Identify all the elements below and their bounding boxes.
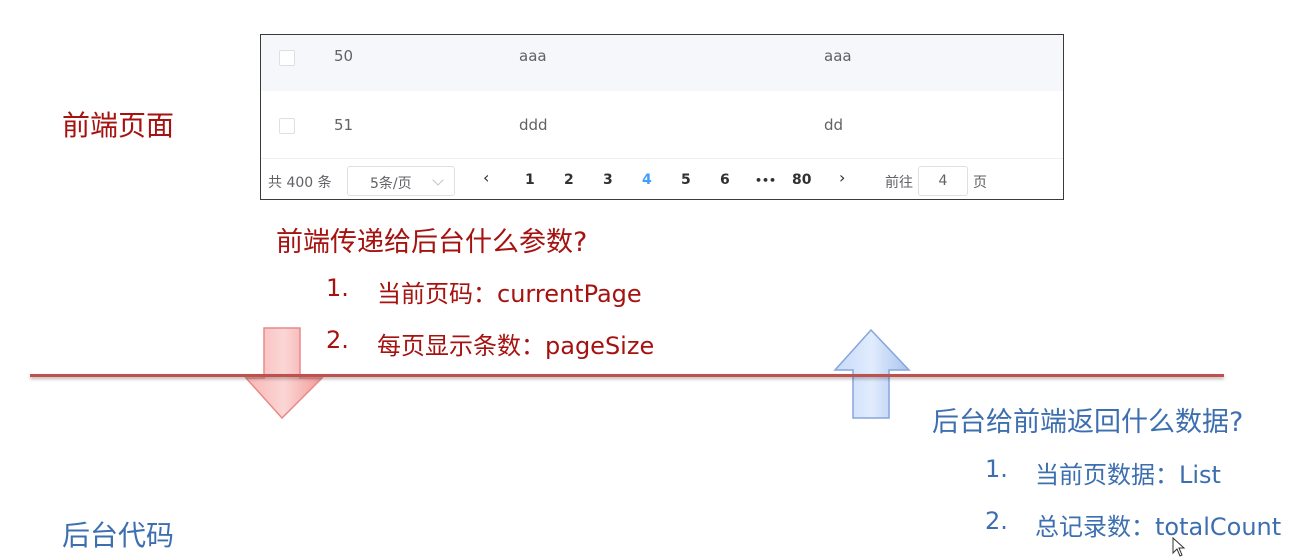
return-list: 当前页数据：List bbox=[1035, 461, 1221, 489]
param-current-page: 当前页码：currentPage bbox=[377, 280, 642, 308]
param-number: 2. bbox=[326, 326, 349, 354]
cell-id: 50 bbox=[334, 47, 354, 65]
next-page-icon[interactable]: › bbox=[839, 168, 845, 187]
more-pages-icon[interactable]: ••• bbox=[755, 174, 776, 187]
frontend-page-label: 前端页面 bbox=[62, 109, 175, 142]
pagination: 共 400 条 5条/页 ‹ 1 2 3 4 5 6 ••• 80 › 前往 页 bbox=[261, 163, 1063, 197]
return-number: 1. bbox=[985, 455, 1008, 483]
pagination-total: 共 400 条 bbox=[268, 175, 332, 191]
cell-col-b: aaa bbox=[824, 47, 852, 65]
cell-col-b: dd bbox=[824, 116, 844, 134]
row-checkbox[interactable] bbox=[279, 50, 295, 66]
cell-col-a: ddd bbox=[519, 116, 548, 134]
backend-question: 后台给前端返回什么数据? bbox=[932, 407, 1244, 438]
page-number-current[interactable]: 4 bbox=[642, 172, 652, 188]
mouse-cursor-icon bbox=[1172, 537, 1186, 557]
page-size-select[interactable]: 5条/页 bbox=[347, 166, 455, 196]
goto-page-input-box[interactable] bbox=[918, 166, 968, 196]
goto-label: 前往 bbox=[885, 175, 913, 191]
frontend-question: 前端传递给后台什么参数? bbox=[276, 227, 588, 258]
goto-page-input[interactable] bbox=[919, 167, 967, 195]
table-panel: 50 aaa aaa 51 ddd dd 共 400 条 5条/页 ‹ 1 2 … bbox=[260, 34, 1064, 200]
chevron-down-icon bbox=[432, 174, 444, 186]
table-row: 51 ddd dd bbox=[261, 92, 1063, 159]
table-row: 50 aaa aaa bbox=[261, 35, 1063, 91]
page-size-value: 5条/页 bbox=[370, 176, 412, 192]
page-number[interactable]: 1 bbox=[525, 172, 535, 188]
return-number: 2. bbox=[985, 507, 1008, 535]
cell-col-a: aaa bbox=[519, 47, 547, 65]
page-number[interactable]: 6 bbox=[720, 172, 730, 188]
page-number[interactable]: 5 bbox=[681, 172, 691, 188]
backend-code-label: 后台代码 bbox=[62, 519, 175, 552]
row-checkbox[interactable] bbox=[279, 118, 295, 134]
goto-suffix: 页 bbox=[973, 175, 987, 191]
cell-id: 51 bbox=[334, 116, 354, 134]
page-number[interactable]: 3 bbox=[603, 172, 613, 188]
page-number[interactable]: 2 bbox=[564, 172, 574, 188]
page-number[interactable]: 80 bbox=[792, 172, 811, 188]
return-total-count: 总记录数：totalCount bbox=[1035, 513, 1282, 541]
param-number: 1. bbox=[326, 274, 349, 302]
frontend-backend-divider bbox=[30, 374, 1224, 377]
prev-page-icon[interactable]: ‹ bbox=[483, 168, 489, 187]
param-page-size: 每页显示条数：pageSize bbox=[377, 332, 655, 360]
